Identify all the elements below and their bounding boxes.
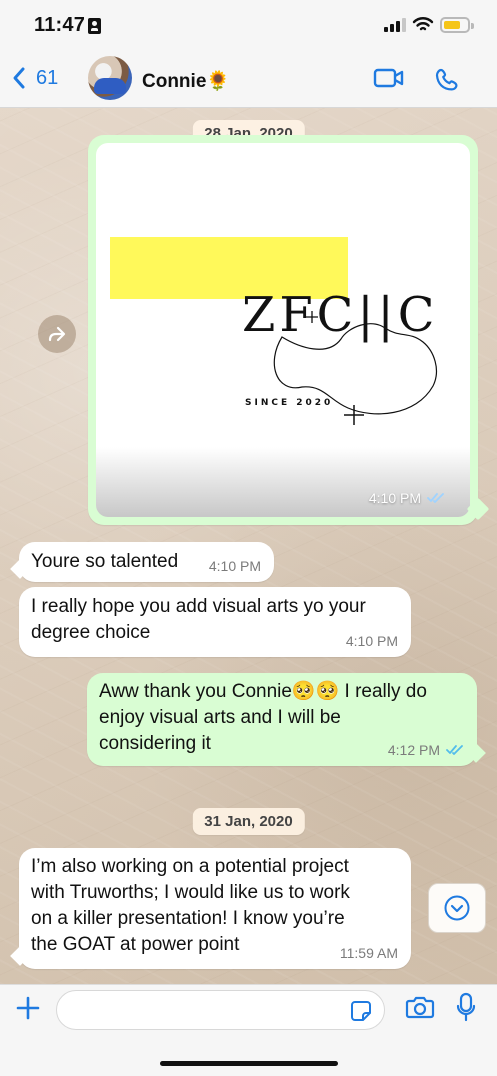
signal-icon — [384, 18, 406, 32]
incoming-message[interactable]: I really hope you add visual arts yo you… — [19, 587, 411, 657]
chat-header: 61 Connie🌻 — [0, 52, 497, 108]
message-time: 11:59 AM — [339, 945, 398, 961]
phone-icon[interactable] — [433, 66, 461, 94]
unread-count: 61 — [36, 66, 59, 89]
status-bar: 11:47 — [0, 0, 497, 52]
message-input[interactable] — [56, 990, 385, 1030]
forward-button[interactable] — [38, 315, 76, 353]
status-time: 11:47 — [34, 14, 86, 36]
svg-text:ZFC||C: ZFC||C — [242, 287, 438, 343]
forward-arrow-icon — [48, 326, 66, 342]
chat-area[interactable]: 28 Jan, 2020 ZFC||C SINCE 2020 4:10 PM Y… — [0, 108, 497, 984]
incoming-message[interactable]: I’m also working on a potential project … — [19, 848, 411, 969]
outgoing-message[interactable]: Aww thank you Connie🥺🥺 I really do enjoy… — [87, 673, 477, 766]
camera-icon[interactable] — [405, 994, 435, 1020]
scroll-to-bottom-button[interactable] — [428, 883, 486, 933]
double-check-icon — [427, 493, 444, 503]
message-time: 4:12 PM — [388, 742, 464, 758]
avatar[interactable] — [88, 56, 132, 100]
battery-icon — [440, 17, 474, 33]
image-timestamp: 4:10 PM — [369, 490, 445, 506]
contact-card-icon — [88, 18, 101, 34]
back-button[interactable]: 61 — [12, 66, 58, 90]
message-time: 4:10 PM — [208, 558, 261, 574]
wifi-icon — [412, 17, 434, 31]
incoming-message[interactable]: Youre so talented 4:10 PM — [19, 542, 274, 582]
message-time: 4:10 PM — [345, 633, 398, 649]
svg-text:SINCE 2020: SINCE 2020 — [245, 398, 333, 408]
plus-icon[interactable] — [13, 993, 43, 1023]
contact-name[interactable]: Connie🌻 — [142, 69, 230, 93]
microphone-icon[interactable] — [456, 992, 476, 1024]
date-separator-2: 31 Jan, 2020 — [192, 808, 305, 835]
message-composer — [0, 984, 497, 1076]
double-check-icon — [446, 745, 463, 755]
home-indicator — [160, 1061, 338, 1066]
chevron-down-circle-icon — [444, 895, 470, 921]
sticker-icon[interactable] — [349, 999, 373, 1023]
image-message-bubble[interactable]: ZFC||C SINCE 2020 4:10 PM — [88, 135, 478, 525]
video-camera-icon[interactable] — [373, 67, 405, 89]
shared-image[interactable]: ZFC||C SINCE 2020 4:10 PM — [96, 143, 470, 517]
chevron-left-icon — [13, 67, 25, 89]
